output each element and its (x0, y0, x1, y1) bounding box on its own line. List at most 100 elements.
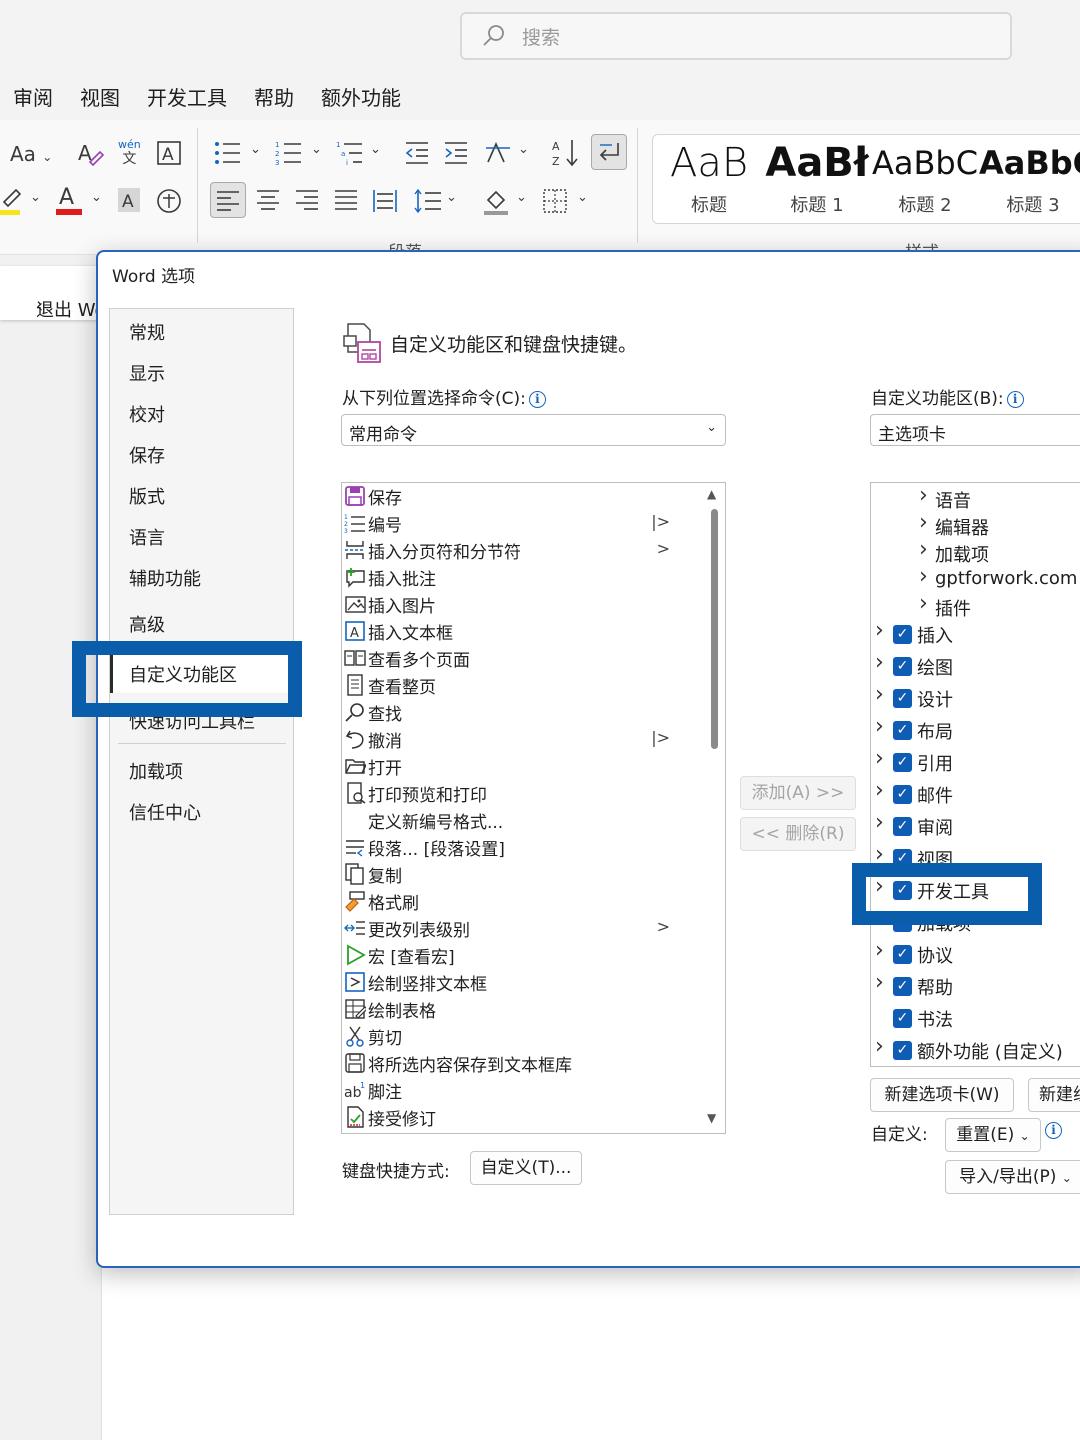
decrease-indent-icon[interactable] (404, 140, 430, 166)
command-item[interactable]: 定义新编号格式... (342, 807, 702, 834)
shading-dropdown-icon[interactable]: ⌄ (516, 190, 527, 205)
align-center-icon[interactable] (255, 188, 281, 214)
tab-checkbox[interactable]: ✓ (893, 657, 912, 676)
command-item[interactable]: 更改列表级别 > (342, 915, 702, 942)
scroll-up-icon[interactable]: ▲ (707, 487, 716, 501)
ribbon-tree-node[interactable]: › gptforwork.com (919, 564, 1080, 596)
tab-help[interactable]: 帮助 (254, 82, 294, 111)
char-shading-icon[interactable]: A (118, 188, 140, 212)
style-heading-2[interactable]: AaBbC 标题 2 (871, 135, 979, 223)
tab-view[interactable]: 视图 (80, 82, 120, 111)
borders-dropdown-icon[interactable]: ⌄ (577, 190, 588, 205)
nav-item-advanced[interactable]: 高级 (129, 611, 165, 637)
expand-chevron-icon[interactable]: › (875, 714, 884, 739)
line-spacing-dropdown-icon[interactable]: ⌄ (446, 190, 457, 205)
expand-chevron-icon[interactable]: › (919, 483, 928, 508)
command-item[interactable]: 剪切 (342, 1023, 702, 1050)
align-left-button[interactable] (210, 182, 246, 218)
style-heading-1[interactable]: AaBł 标题 1 (763, 135, 871, 223)
command-item[interactable]: 接受修订 (342, 1104, 702, 1131)
command-item[interactable]: 宏 [查看宏] (342, 942, 702, 969)
shading-icon[interactable] (482, 186, 510, 216)
customize-ribbon-select[interactable]: 主选项卡 (870, 414, 1080, 446)
bullets-dropdown-icon[interactable]: ⌄ (250, 142, 261, 157)
nav-item-save[interactable]: 保存 (129, 442, 165, 468)
nav-item-language[interactable]: 语言 (129, 524, 165, 550)
expand-chevron-icon[interactable]: › (875, 970, 884, 995)
reset-button[interactable]: 重置(E) ⌄ (945, 1118, 1041, 1152)
nav-item-proofing[interactable]: 校对 (129, 401, 165, 427)
command-item[interactable]: 段落... [段落设置] (342, 834, 702, 861)
align-right-icon[interactable] (294, 188, 320, 214)
ribbon-tree-node[interactable]: › ✓ 额外功能 (自定义) (875, 1034, 1080, 1066)
search-input[interactable]: 搜索 (460, 12, 1012, 60)
expand-chevron-icon[interactable]: › (875, 682, 884, 707)
tab-checkbox[interactable]: ✓ (893, 785, 912, 804)
command-item[interactable]: 查看整页 (342, 672, 702, 699)
borders-icon[interactable] (542, 188, 568, 214)
numbering-list-icon[interactable]: 123 (275, 140, 303, 166)
tab-checkbox[interactable]: ✓ (893, 945, 912, 964)
text-direction-dropdown-icon[interactable]: ⌄ (518, 142, 529, 157)
ribbon-tree-node[interactable]: › ✓ 审阅 (875, 810, 1080, 842)
tab-checkbox[interactable]: ✓ (893, 977, 912, 996)
expand-chevron-icon[interactable]: › (919, 510, 928, 535)
tab-review[interactable]: 审阅 (13, 82, 53, 111)
command-item[interactable]: ab 1 脚注 (342, 1077, 702, 1104)
keyboard-customize-button[interactable]: 自定义(T)... (470, 1151, 582, 1185)
command-item[interactable]: 复制 (342, 861, 702, 888)
ribbon-tree-node[interactable]: › ✓ 布局 (875, 714, 1080, 746)
scroll-thumb[interactable] (711, 509, 718, 749)
ribbon-tree-node[interactable]: › ✓ 协议 (875, 938, 1080, 970)
command-item[interactable]: 插入图片 (342, 591, 702, 618)
ribbon-tree-node[interactable]: › ✓ 帮助 (875, 970, 1080, 1002)
expand-chevron-icon[interactable]: › (875, 1034, 884, 1059)
command-item[interactable]: 查找 (342, 699, 702, 726)
add-button[interactable]: 添加(A) >> (740, 776, 856, 810)
expand-chevron-icon[interactable]: › (919, 537, 928, 562)
command-item[interactable]: 打印预览和打印 (342, 780, 702, 807)
font-color-dropdown-icon[interactable]: ⌄ (91, 190, 102, 205)
show-marks-button[interactable] (591, 134, 627, 170)
tab-checkbox[interactable]: ✓ (893, 625, 912, 644)
distribute-icon[interactable] (372, 188, 398, 214)
enclose-char-icon[interactable] (156, 188, 182, 214)
ribbon-tree-node[interactable]: › 编辑器 (919, 510, 1080, 542)
commands-list[interactable]: 保存 1 2 3 编号 |> 插入分页符和分节符 > 插入批注 插入图片 A 插入文本框 查看多个页面查… (341, 482, 726, 1134)
tab-checkbox[interactable]: ✓ (893, 689, 912, 708)
command-item[interactable]: 插入批注 (342, 564, 702, 591)
expand-chevron-icon[interactable]: › (875, 618, 884, 643)
ribbon-tree-node[interactable]: › ✓ 设计 (875, 682, 1080, 714)
command-item[interactable]: 绘制竖排文本框 (342, 969, 702, 996)
expand-chevron-icon[interactable]: › (875, 746, 884, 771)
nav-item-accessibility[interactable]: 辅助功能 (129, 565, 201, 591)
ribbon-tree-node[interactable]: › 语音 (919, 483, 1080, 515)
tab-checkbox[interactable]: ✓ (893, 817, 912, 836)
style-heading[interactable]: AaB 标题 (655, 135, 763, 223)
ribbon-tree-node[interactable]: › 插件 (919, 591, 1080, 623)
multilevel-list-icon[interactable]: 1ai (336, 140, 364, 166)
new-tab-button[interactable]: 新建选项卡(W) (870, 1078, 1014, 1112)
phonetic-guide-button[interactable]: wén 文 (118, 138, 141, 166)
info-icon[interactable]: i (528, 391, 546, 408)
char-border-icon[interactable]: A (156, 140, 182, 166)
nav-item-general[interactable]: 常规 (129, 319, 165, 345)
tab-extras[interactable]: 额外功能 (321, 82, 401, 111)
command-item[interactable]: 1 2 3 编号 |> (342, 510, 702, 537)
choose-commands-select[interactable]: 常用命令 ⌄ (341, 414, 726, 446)
expand-chevron-icon[interactable]: › (875, 938, 884, 963)
text-direction-icon[interactable] (484, 140, 512, 166)
ribbon-tree-node[interactable]: › ✓ 绘图 (875, 650, 1080, 682)
remove-button[interactable]: << 删除(R) (740, 817, 856, 851)
command-item[interactable]: 查看多个页面 (342, 645, 702, 672)
line-spacing-icon[interactable] (414, 188, 442, 214)
clear-format-icon[interactable]: A (76, 140, 104, 168)
command-item[interactable]: 保存 (342, 483, 702, 510)
command-item[interactable]: 打开 (342, 753, 702, 780)
info-icon[interactable]: i (1045, 1122, 1062, 1139)
change-case-button[interactable]: Aa ⌄ (10, 142, 52, 166)
numbering-dropdown-icon[interactable]: ⌄ (311, 142, 322, 157)
expand-chevron-icon[interactable]: › (919, 591, 928, 616)
nav-item-layout[interactable]: 版式 (129, 483, 165, 509)
font-color-icon[interactable]: A (56, 184, 82, 216)
